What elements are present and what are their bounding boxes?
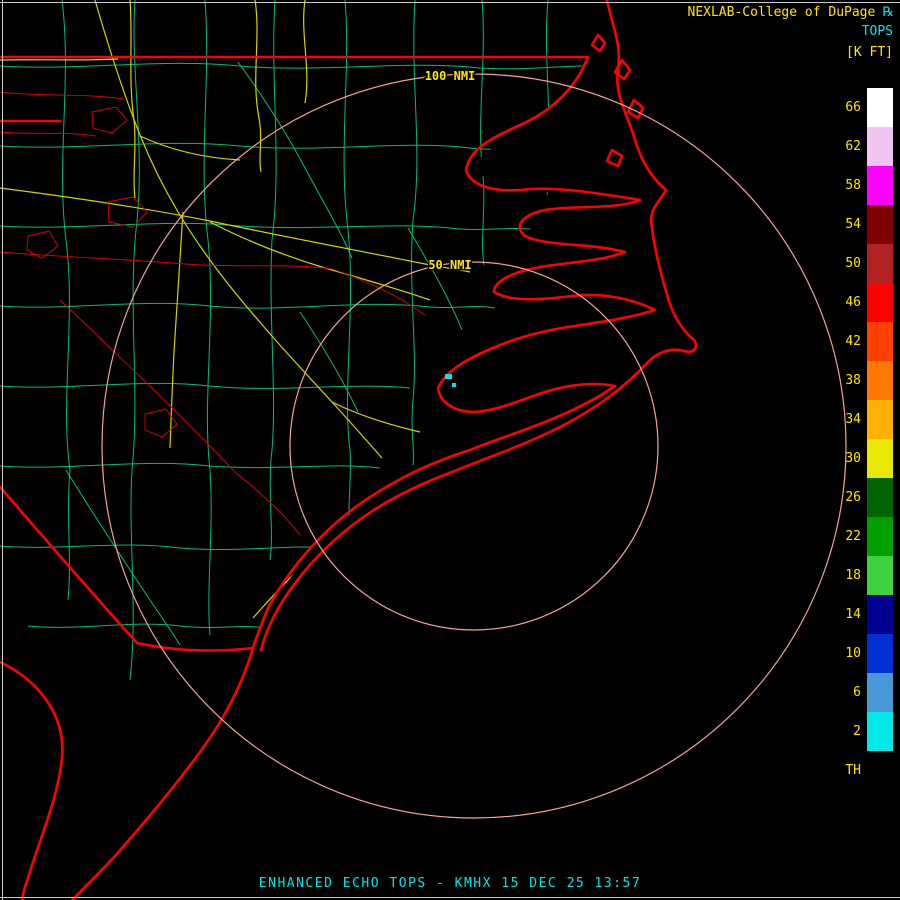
legend-swatch	[867, 595, 893, 634]
legend-entry: 38	[831, 361, 893, 400]
legend-value: 46	[831, 295, 861, 310]
legend-entry: 18	[831, 556, 893, 595]
legend-value: TH	[831, 763, 861, 778]
legend-entry: 34	[831, 400, 893, 439]
legend-swatch	[867, 205, 893, 244]
legend-value: 22	[831, 529, 861, 544]
legend-entry: 30	[831, 439, 893, 478]
legend-value: 26	[831, 490, 861, 505]
brand-logo-icon: ℞	[882, 5, 894, 20]
legend-entry: 42	[831, 322, 893, 361]
legend-entry: 58	[831, 166, 893, 205]
legend-entry: 66	[831, 88, 893, 127]
legend-entry: 14	[831, 595, 893, 634]
legend-entry: 2	[831, 712, 893, 751]
legend-swatch	[867, 634, 893, 673]
legend-entry: 50	[831, 244, 893, 283]
legend-value: 6	[831, 685, 861, 700]
legend-swatch	[867, 673, 893, 712]
legend-value: 50	[831, 256, 861, 271]
legend-swatch	[867, 244, 893, 283]
brand: NEXLAB-College of DuPage ℞	[688, 5, 895, 20]
legend-value: 10	[831, 646, 861, 661]
legend-value: 18	[831, 568, 861, 583]
legend-value: 14	[831, 607, 861, 622]
radar-viewer: 100 NMI 50 NMI NEXLAB-College of DuPage ℞…	[0, 0, 900, 900]
legend-swatch	[867, 361, 893, 400]
radar-map: 100 NMI 50 NMI	[0, 0, 900, 900]
range-ring-label-50: 50 NMI	[428, 258, 471, 272]
legend-value: 42	[831, 334, 861, 349]
legend-entry: 10	[831, 634, 893, 673]
legend-entry: 22	[831, 517, 893, 556]
legend-value: 34	[831, 412, 861, 427]
legend-swatch	[867, 517, 893, 556]
legend-value: 62	[831, 139, 861, 154]
legend-swatch	[867, 712, 893, 751]
legend-swatch	[867, 322, 893, 361]
legend-swatch	[867, 556, 893, 595]
legend-entry: TH	[831, 751, 893, 790]
legend-swatch	[867, 88, 893, 127]
legend-title: TOPS	[862, 24, 893, 39]
legend-units: [K FT]	[846, 45, 893, 60]
legend-value: 38	[831, 373, 861, 388]
legend-value: 30	[831, 451, 861, 466]
product-status-text: ENHANCED ECHO TOPS - KMHX 15 DEC 25 13:5…	[0, 876, 900, 891]
legend-swatch	[867, 478, 893, 517]
echo-tops-legend-entries: 66625854504642383430262218141062TH	[831, 88, 893, 790]
legend-value: 66	[831, 100, 861, 115]
brand-text: NEXLAB-College of DuPage	[688, 5, 876, 20]
legend-swatch	[867, 127, 893, 166]
echo-tops-legend: 66625854504642383430262218141062TH	[831, 88, 893, 790]
legend-swatch	[867, 400, 893, 439]
legend-value: 2	[831, 724, 861, 739]
legend-entry: 6	[831, 673, 893, 712]
legend-value: 58	[831, 178, 861, 193]
range-ring-label-100: 100 NMI	[425, 69, 476, 83]
legend-entry: 54	[831, 205, 893, 244]
legend-value: 54	[831, 217, 861, 232]
legend-entry: 46	[831, 283, 893, 322]
legend-entry: 26	[831, 478, 893, 517]
legend-swatch	[867, 439, 893, 478]
legend-swatch	[867, 751, 893, 790]
legend-entry: 62	[831, 127, 893, 166]
legend-swatch	[867, 166, 893, 205]
legend-swatch	[867, 283, 893, 322]
